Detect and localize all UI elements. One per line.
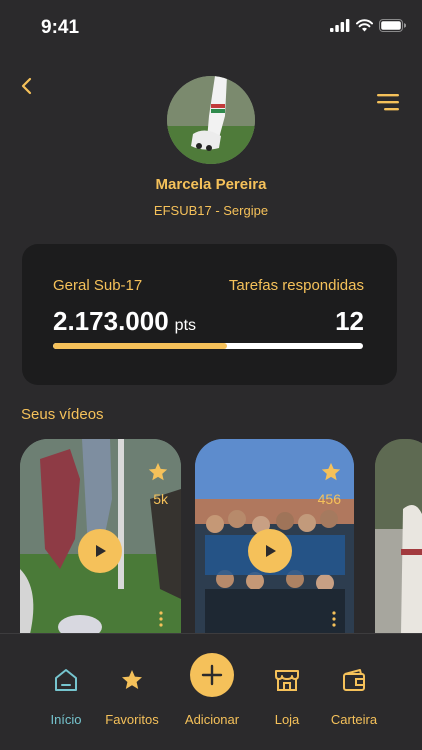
chevron-left-icon [21, 77, 32, 95]
add-button[interactable] [190, 653, 234, 697]
back-button[interactable] [18, 76, 38, 96]
status-bar: 9:41 [0, 0, 422, 54]
tasks-value: 12 [335, 306, 364, 336]
play-icon [96, 545, 106, 557]
nav-item-carteira[interactable]: Carteira [310, 634, 398, 750]
menu-button[interactable] [376, 92, 400, 112]
home-icon [55, 669, 77, 691]
status-icons [330, 19, 406, 32]
points-unit: pts [174, 317, 197, 334]
video-card[interactable] [375, 439, 422, 634]
signal-icon [330, 19, 350, 32]
video-card[interactable]: 5k [20, 439, 181, 634]
video-favorite-count: 456 [317, 491, 341, 507]
nav-label: Favoritos [105, 712, 159, 727]
more-options-icon[interactable] [159, 611, 163, 627]
avatar[interactable] [167, 76, 255, 164]
bottom-nav: Início Favoritos Adicionar Loja Carteira [0, 633, 422, 750]
profile-team: EFSUB17 - Sergipe [153, 203, 269, 218]
progress-bar [53, 343, 363, 349]
video-card[interactable]: 456 [195, 439, 354, 634]
video-thumbnail [375, 439, 422, 634]
video-favorite-count: 5k [153, 491, 168, 507]
points-value: 2.173.000 pts [53, 306, 196, 337]
ranking-label: Geral Sub-17 [53, 277, 143, 294]
play-button[interactable] [78, 529, 122, 573]
star-icon [148, 462, 168, 481]
more-options-icon[interactable] [332, 611, 336, 627]
nav-label: Carteira [330, 712, 378, 727]
nav-label: Adicionar [184, 712, 240, 727]
star-icon [122, 670, 142, 689]
nav-item-favoritos[interactable]: Favoritos [88, 634, 176, 750]
wifi-icon [356, 19, 373, 32]
points-number: 2.173.000 [53, 306, 169, 336]
videos-section-title: Seus vídeos [21, 406, 104, 423]
nav-label: Loja [274, 712, 300, 727]
wallet-icon [343, 669, 365, 691]
play-button[interactable] [248, 529, 292, 573]
hamburger-menu-icon [377, 94, 399, 111]
stats-card: Geral Sub-17 Tarefas respondidas 2.173.0… [22, 244, 397, 385]
nav-label: Início [50, 712, 82, 727]
tasks-label: Tarefas respondidas [228, 277, 364, 294]
store-icon [275, 670, 299, 691]
star-icon [321, 462, 341, 481]
profile-name: Marcela Pereira [155, 176, 267, 193]
battery-icon [379, 19, 406, 32]
status-time: 9:41 [41, 17, 80, 38]
avatar-image [167, 76, 255, 164]
plus-icon [201, 664, 223, 686]
play-icon [266, 545, 276, 557]
progress-fill [53, 343, 227, 349]
